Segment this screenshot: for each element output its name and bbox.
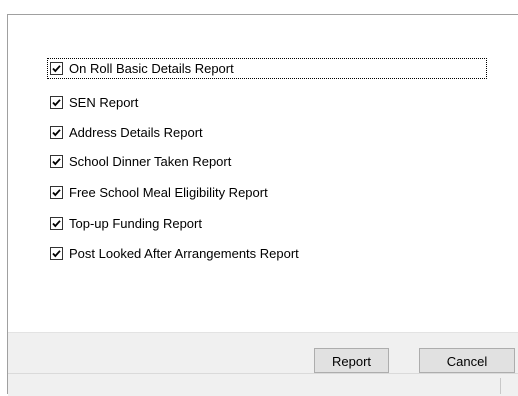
cancel-button[interactable]: Cancel — [419, 348, 515, 373]
option-label: Post Looked After Arrangements Report — [69, 246, 299, 261]
option-label: School Dinner Taken Report — [69, 154, 232, 169]
checkbox-checked-icon[interactable] — [50, 247, 63, 260]
checkbox-checked-icon[interactable] — [50, 155, 63, 168]
option-label: Address Details Report — [69, 125, 203, 140]
option-label: Top-up Funding Report — [69, 216, 202, 231]
option-post-looked-after-arrangements[interactable]: Post Looked After Arrangements Report — [48, 244, 299, 263]
checkbox-checked-icon[interactable] — [50, 62, 63, 75]
checkbox-checked-icon[interactable] — [50, 126, 63, 139]
option-label: SEN Report — [69, 95, 139, 110]
option-label: Free School Meal Eligibility Report — [69, 185, 268, 200]
checkbox-checked-icon[interactable] — [50, 96, 63, 109]
report-options-panel: On Roll Basic Details Report SEN Report … — [8, 15, 518, 332]
option-on-roll-basic-details[interactable]: On Roll Basic Details Report — [47, 58, 487, 79]
status-divider — [500, 378, 501, 394]
option-top-up-funding[interactable]: Top-up Funding Report — [48, 214, 202, 233]
checkbox-checked-icon[interactable] — [50, 217, 63, 230]
option-address-details[interactable]: Address Details Report — [48, 123, 203, 142]
report-button[interactable]: Report — [314, 348, 389, 373]
option-school-dinner-taken[interactable]: School Dinner Taken Report — [48, 152, 231, 171]
report-dialog: On Roll Basic Details Report SEN Report … — [7, 14, 518, 396]
status-bar — [8, 373, 518, 396]
checkbox-checked-icon[interactable] — [50, 186, 63, 199]
option-label: On Roll Basic Details Report — [69, 61, 234, 76]
option-free-school-meal-eligibility[interactable]: Free School Meal Eligibility Report — [48, 183, 268, 202]
dialog-button-bar: Report Cancel — [8, 332, 518, 374]
option-sen-report[interactable]: SEN Report — [48, 93, 138, 112]
